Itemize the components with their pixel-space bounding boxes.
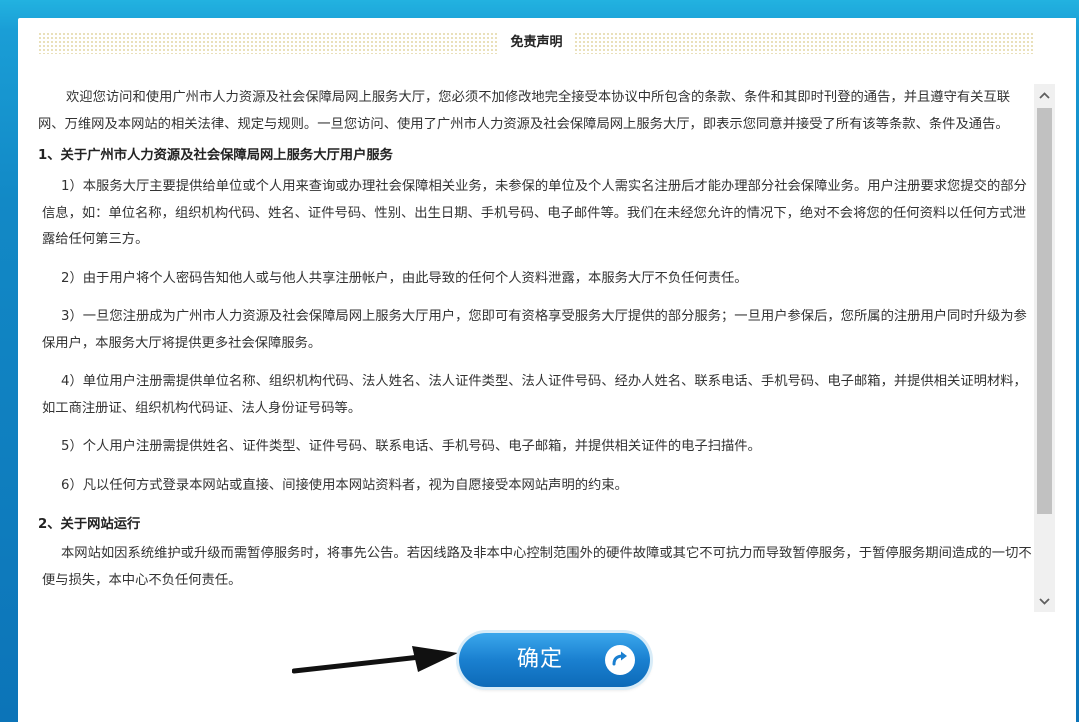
circular-arrow-icon (605, 645, 635, 675)
section-heading: 1、关于广州市人力资源及社会保障局网上服务大厅用户服务 (38, 148, 393, 163)
intro-paragraph: 欢迎您访问和使用广州市人力资源及社会保障局网上服务大厅，您必须不加修改地完全接受… (38, 90, 1011, 132)
list-item: 6）凡以任何方式登录本网站或直接、间接使用本网站资料者，视为自愿接受本网站声明的… (61, 477, 628, 493)
list-item: 3）一旦您注册成为广州市人力资源及社会保障局网上服务大厅用户，您即可有资格享受服… (42, 309, 1027, 351)
list-item: 5）个人用户注册需提供姓名、证件类型、证件号码、联系电话、手机号码、电子邮箱，并… (61, 439, 761, 454)
confirm-button[interactable]: 确定 (459, 633, 650, 687)
list-item: 4）单位用户注册需提供单位名称、组织机构代码、法人姓名、法人证件类型、法人证件号… (42, 374, 1027, 416)
scrollbar-thumb[interactable] (1037, 108, 1052, 514)
confirm-button-label: 确定 (517, 647, 564, 672)
chevron-down-icon[interactable] (1034, 590, 1055, 612)
page-title: 免责声明 (498, 32, 575, 54)
chevron-up-icon[interactable] (1034, 84, 1055, 106)
section-heading: 2、关于网站运行 (38, 517, 141, 532)
disclaimer-content[interactable]: 欢迎您访问和使用广州市人力资源及社会保障局网上服务大厅，您必须不加修改地完全接受… (38, 84, 1032, 610)
vertical-scrollbar[interactable] (1034, 84, 1055, 612)
pointer-arrow-icon (292, 646, 458, 674)
list-item: 2）由于用户将个人密码告知他人或与他人共享注册帐户，由此导致的任何个人资料泄露，… (61, 270, 748, 286)
title-bar: 免责声明 (38, 32, 1035, 54)
list-item: 本网站如因系统维护或升级而需暂停服务时，将事先公告。若因线路及非本中心控制范围外… (42, 546, 1032, 588)
list-item: 1）本服务大厅主要提供给单位或个人用来查询或办理社会保障相关业务，未参保的单位及… (42, 179, 1027, 247)
